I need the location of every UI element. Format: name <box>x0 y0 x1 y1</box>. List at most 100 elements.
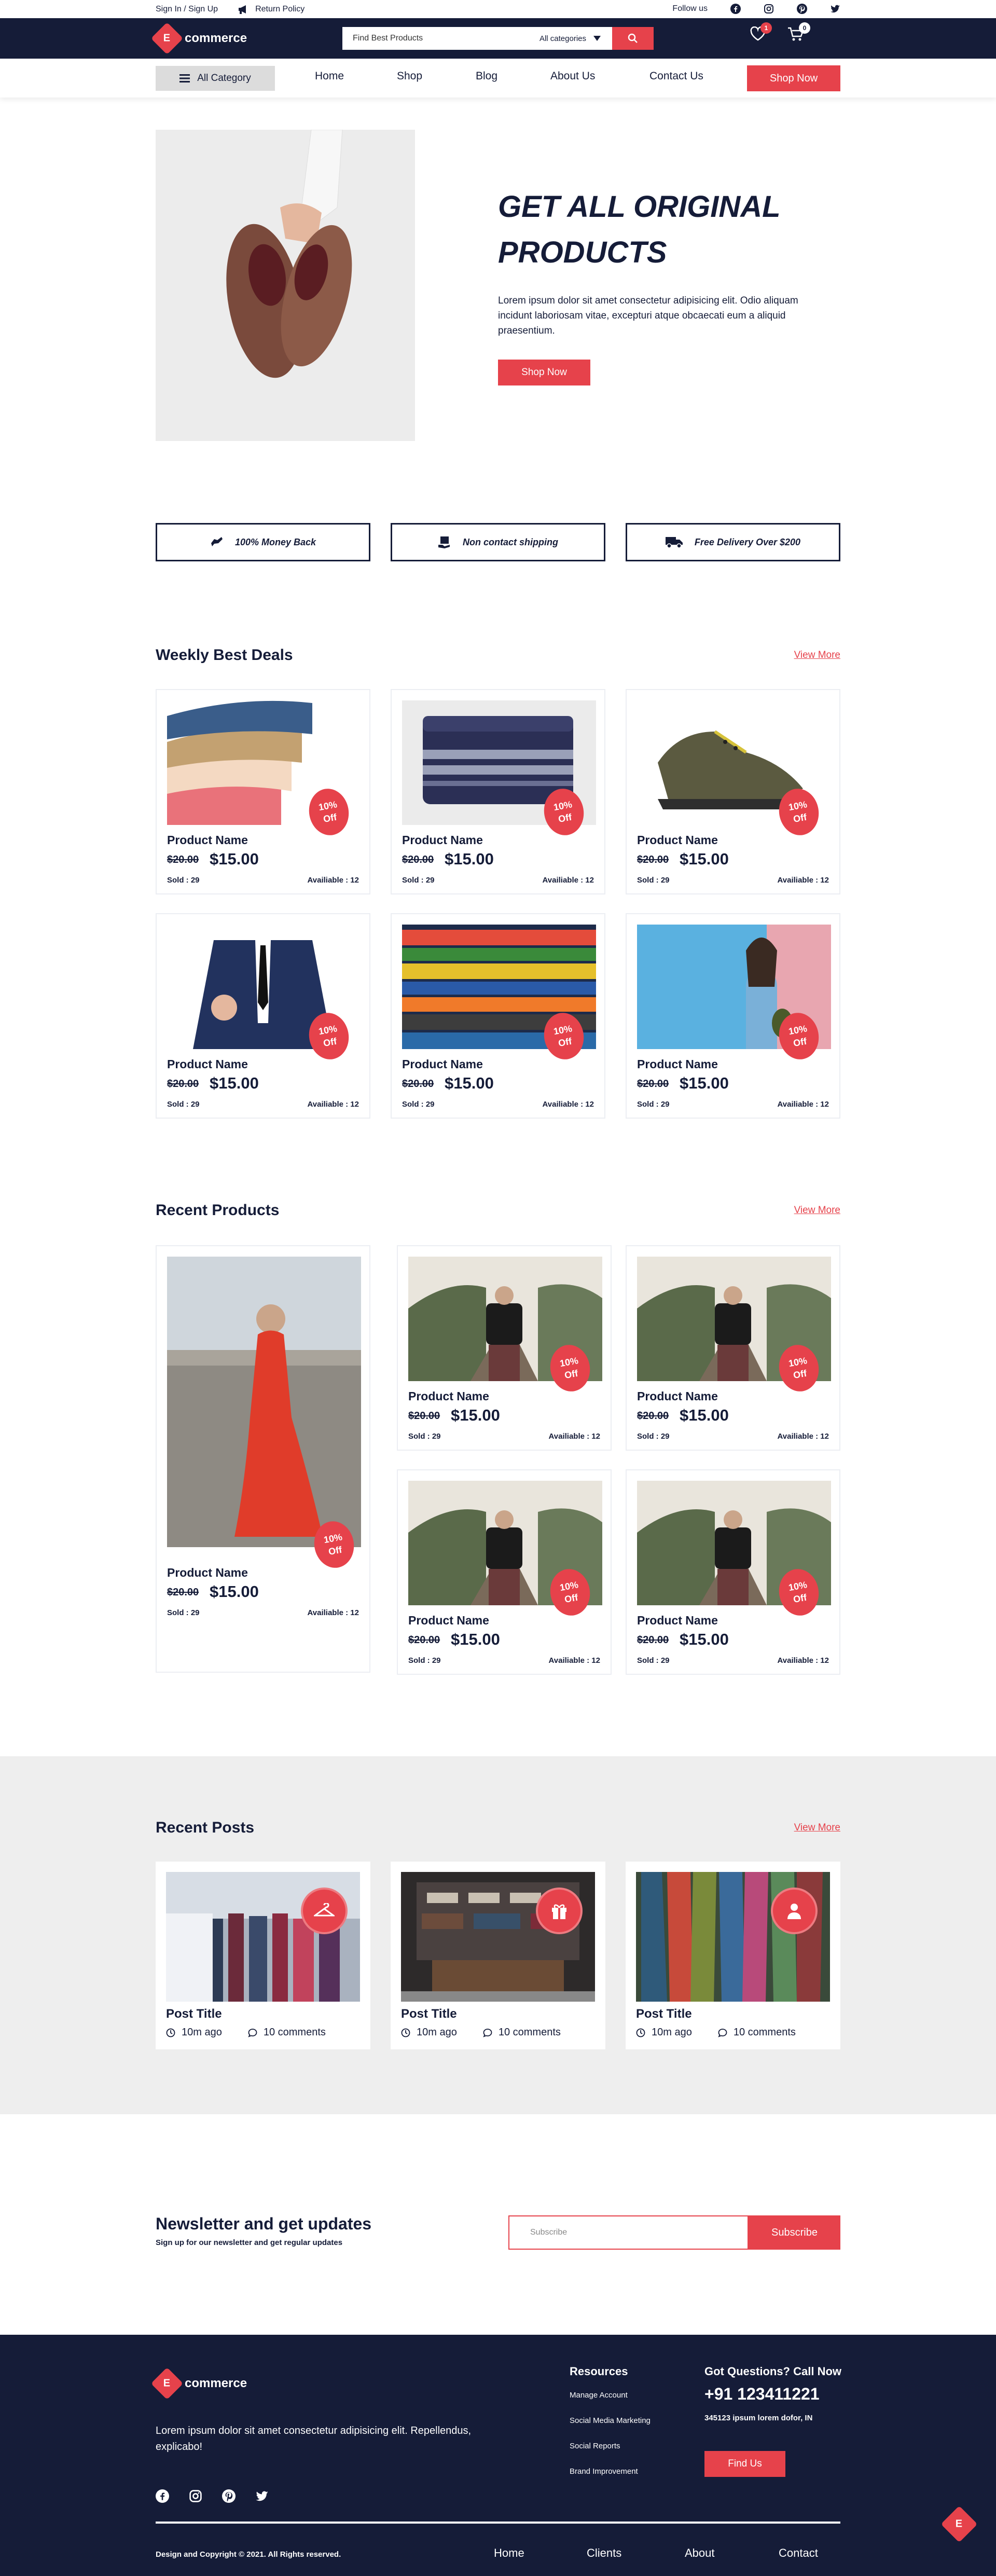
nav-contact-us[interactable]: Contact Us <box>649 70 703 82</box>
posts-view-more-link[interactable]: View More <box>794 1822 840 1834</box>
resources-title: Resources <box>570 2365 628 2378</box>
facebook-icon[interactable] <box>730 4 741 14</box>
recent-view-more-link[interactable]: View More <box>794 1205 840 1216</box>
current-price: $15.00 <box>210 1074 259 1092</box>
product-name: Product Name <box>408 1389 489 1403</box>
product-card[interactable]: 10% Off Product Name $20.00 $15.00 Sold : 29 A… <box>156 1245 370 1673</box>
footer-logo[interactable]: E commerce <box>150 2367 247 2400</box>
sold-count: Sold : 29 <box>167 876 200 885</box>
user-badge <box>771 1888 818 1934</box>
product-card[interactable]: 10% Off Product Name $20.00 $15.00 Sold : 29 A… <box>397 1245 612 1451</box>
instagram-icon[interactable] <box>764 4 774 14</box>
facebook-icon[interactable] <box>156 2489 169 2503</box>
product-card[interactable]: 10% Off Product Name $20.00 $15.00 Sold : 29 A… <box>626 1469 840 1675</box>
cart-count-badge: 0 <box>799 22 810 34</box>
search-input[interactable]: Find Best Products <box>342 27 524 50</box>
footer-nav-clients[interactable]: Clients <box>587 2546 621 2560</box>
hand-money-icon <box>211 537 223 546</box>
footer: E commerce Lorem ipsum dolor sit amet co… <box>0 2335 996 2576</box>
weekly-view-more-link[interactable]: View More <box>794 650 840 661</box>
sold-count: Sold : 29 <box>408 1656 441 1665</box>
product-card[interactable]: 10% Off Product Name $20.00 $15.00 Sold : 29 A… <box>626 913 840 1119</box>
current-price: $15.00 <box>445 1074 494 1092</box>
search-button[interactable] <box>612 27 654 50</box>
sold-count: Sold : 29 <box>167 1100 200 1109</box>
nav-home[interactable]: Home <box>315 70 344 82</box>
package-hand-icon <box>438 536 450 548</box>
old-price: $20.00 <box>167 854 199 865</box>
product-card[interactable]: 10% Off Product Name $20.00 $15.00 Sold : 29 A… <box>397 1469 612 1675</box>
sold-count: Sold : 29 <box>402 876 435 885</box>
product-card[interactable]: 10% Off Product Name $20.00 $15.00 Sold : 29 A… <box>626 1245 840 1451</box>
clock-icon <box>401 2028 410 2037</box>
post-card[interactable]: Post Title 10m ago 10 comments <box>626 1862 840 2049</box>
available-count: Availiable : 12 <box>777 876 829 885</box>
search-icon <box>628 33 638 43</box>
product-name: Product Name <box>402 1057 483 1071</box>
signin-link[interactable]: Sign In / Sign Up <box>156 5 218 14</box>
footer-link-manage-account[interactable]: Manage Account <box>570 2391 628 2400</box>
product-card[interactable]: 10% Off Product Name $20.00 $15.00 Sold : 29 A… <box>626 689 840 894</box>
post-card[interactable]: Post Title 10m ago 10 comments <box>391 1862 605 2049</box>
sold-count: Sold : 29 <box>402 1100 435 1109</box>
post-card[interactable]: Post Title 10m ago 10 comments <box>156 1862 370 2049</box>
pinterest-icon[interactable] <box>797 4 807 14</box>
nav-shop[interactable]: Shop <box>397 70 422 82</box>
available-count: Availiable : 12 <box>548 1432 601 1441</box>
old-price: $20.00 <box>402 1078 434 1090</box>
sold-count: Sold : 29 <box>408 1432 441 1441</box>
newsletter-email-input[interactable]: Subscribe <box>508 2215 749 2250</box>
old-price: $20.00 <box>637 1410 669 1422</box>
old-price: $20.00 <box>637 1078 669 1090</box>
footer-link-brand-improvement[interactable]: Brand Improvement <box>570 2467 638 2476</box>
twitter-icon[interactable] <box>255 2489 269 2503</box>
current-price: $15.00 <box>445 850 494 868</box>
all-category-button[interactable]: All Category <box>156 66 275 91</box>
scroll-top-logo[interactable]: E <box>940 2505 978 2543</box>
pinterest-icon[interactable] <box>222 2489 236 2503</box>
footer-nav-about[interactable]: About <box>685 2546 715 2560</box>
old-price: $20.00 <box>637 854 669 865</box>
find-us-button[interactable]: Find Us <box>704 2451 785 2477</box>
nav-shop-now-button[interactable]: Shop Now <box>747 65 840 91</box>
instagram-icon[interactable] <box>189 2489 202 2503</box>
post-title: Post Title <box>401 2007 457 2021</box>
available-count: Availiable : 12 <box>307 876 359 885</box>
clock-icon <box>636 2028 645 2037</box>
hero-shop-now-button[interactable]: Shop Now <box>498 360 590 385</box>
nav-blog[interactable]: Blog <box>476 70 497 82</box>
available-count: Availiable : 12 <box>777 1100 829 1109</box>
twitter-icon[interactable] <box>830 4 840 14</box>
footer-nav-home[interactable]: Home <box>494 2546 524 2560</box>
old-price: $20.00 <box>408 1634 440 1646</box>
megaphone-icon <box>239 5 246 14</box>
comment-icon <box>248 2028 257 2037</box>
current-price: $15.00 <box>210 850 259 868</box>
product-card[interactable]: 10% Off Product Name $20.00 $15.00 Sold : 29 A… <box>391 689 605 894</box>
footer-nav-contact[interactable]: Contact <box>779 2546 818 2560</box>
current-price: $15.00 <box>210 1582 259 1601</box>
current-price: $15.00 <box>680 1406 729 1424</box>
recent-products-title: Recent Products <box>156 1202 280 1219</box>
follow-us-label: Follow us <box>672 4 708 13</box>
nav-about-us[interactable]: About Us <box>550 70 595 82</box>
feature-free-delivery: Free Delivery Over $200 <box>626 523 840 561</box>
product-card[interactable]: 10% Off Product Name $20.00 $15.00 Sold : 29 A… <box>156 913 370 1119</box>
category-select[interactable]: All categories <box>524 27 612 50</box>
copyright: Design and Copyright © 2021. All Rights … <box>156 2550 341 2559</box>
return-policy-link[interactable]: Return Policy <box>238 5 305 14</box>
footer-link-social-reports[interactable]: Social Reports <box>570 2442 620 2450</box>
footer-link-social-media-marketing[interactable]: Social Media Marketing <box>570 2416 651 2425</box>
phone-number[interactable]: +91 123411221 <box>704 2385 820 2404</box>
logo[interactable]: E commerce <box>150 22 247 55</box>
wishlist-button[interactable]: 1 <box>750 22 772 44</box>
menu-icon <box>179 74 190 82</box>
old-price: $20.00 <box>402 854 434 865</box>
cart-button[interactable]: 0 <box>787 22 810 45</box>
available-count: Availiable : 12 <box>777 1656 829 1665</box>
product-card[interactable]: 10% Off Product Name $20.00 $15.00 Sold : 29 A… <box>391 913 605 1119</box>
product-image <box>167 1257 361 1558</box>
address: 345123 ipsum lorem dofor, IN <box>704 2414 813 2422</box>
product-card[interactable]: 10% Off Product Name $20.00 $15.00 Sold : 29 A… <box>156 689 370 894</box>
subscribe-button[interactable]: Subscribe <box>749 2215 840 2250</box>
